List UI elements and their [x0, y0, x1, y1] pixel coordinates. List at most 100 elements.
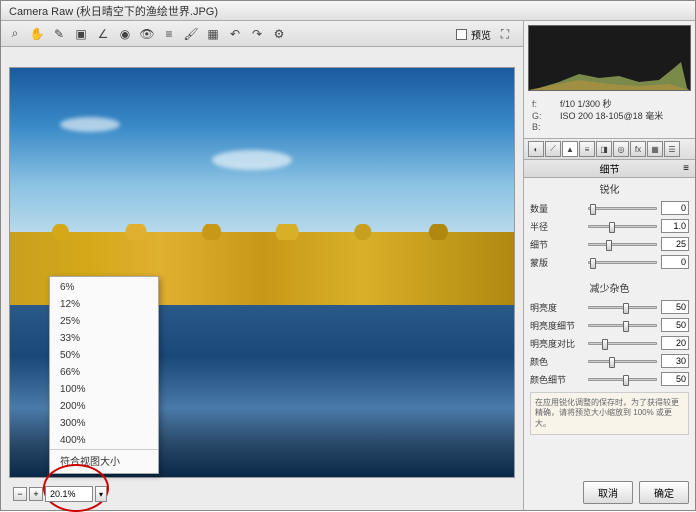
zoom-option[interactable]: 400% — [50, 432, 158, 449]
ok-button[interactable]: 确定 — [639, 481, 689, 504]
slider-track[interactable] — [588, 342, 657, 345]
exif-info: f:f/10 1/300 秒 G:ISO 200 18-105@18 毫米 B: — [524, 95, 695, 138]
left-area: ⌕ ✋ ✎ ▣ ∠ ◉ 👁 ≡ 🖌 ▦ ↶ ↷ ⚙ 预览 ⛶ — [1, 21, 523, 510]
zoom-option[interactable]: 200% — [50, 398, 158, 415]
slider-value[interactable]: 50 — [661, 318, 689, 332]
spot-icon[interactable]: ◉ — [115, 24, 135, 44]
slider-label: 数量 — [530, 202, 584, 215]
slider-label: 明亮度细节 — [530, 319, 584, 332]
main-area: ⌕ ✋ ✎ ▣ ∠ ◉ 👁 ≡ 🖌 ▦ ↶ ↷ ⚙ 预览 ⛶ — [1, 21, 695, 510]
slider-label: 明亮度对比 — [530, 337, 584, 350]
histogram[interactable] — [528, 25, 691, 91]
slider-thumb[interactable] — [609, 222, 615, 233]
slider-value[interactable]: 0 — [661, 201, 689, 215]
slider-value[interactable]: 0 — [661, 255, 689, 269]
slider-value[interactable]: 50 — [661, 372, 689, 386]
noise-slider-row: 明亮度对比 20 — [524, 334, 695, 352]
zoom-option[interactable]: 66% — [50, 364, 158, 381]
zoom-option[interactable]: 6% — [50, 279, 158, 296]
zoom-dropdown-button[interactable]: ▾ — [95, 486, 107, 502]
hand-icon[interactable]: ✋ — [27, 24, 47, 44]
toolbar: ⌕ ✋ ✎ ▣ ∠ ◉ 👁 ≡ 🖌 ▦ ↶ ↷ ⚙ 预览 ⛶ — [1, 21, 523, 47]
tab-lens-icon[interactable]: ◎ — [613, 141, 629, 157]
brush-icon[interactable]: 🖌 — [181, 24, 201, 44]
tab-presets-icon[interactable]: ☰ — [664, 141, 680, 157]
slider-thumb[interactable] — [602, 339, 608, 350]
zoom-option[interactable]: 100% — [50, 381, 158, 398]
tab-hsl-icon[interactable]: ≡ — [579, 141, 595, 157]
tab-basic-icon[interactable]: ◐ — [528, 141, 544, 157]
fullscreen-icon[interactable]: ⛶ — [495, 24, 515, 44]
redeye-icon[interactable]: 👁 — [137, 24, 157, 44]
slider-thumb[interactable] — [609, 357, 615, 368]
sharpen-section-label: 锐化 — [524, 178, 695, 199]
gradient-icon[interactable]: ▦ — [203, 24, 223, 44]
straighten-icon[interactable]: ∠ — [93, 24, 113, 44]
zoom-option[interactable]: 12% — [50, 296, 158, 313]
noise-section-label: 减少杂色 — [524, 277, 695, 298]
right-panel: f:f/10 1/300 秒 G:ISO 200 18-105@18 毫米 B:… — [523, 21, 695, 510]
exif-g-label: G: — [532, 111, 560, 123]
slider-label: 细节 — [530, 238, 584, 251]
slider-thumb[interactable] — [590, 258, 596, 269]
slider-label: 蒙版 — [530, 256, 584, 269]
zoom-in-button[interactable]: + — [29, 487, 43, 501]
sharpen-slider-row: 蒙版 0 — [524, 253, 695, 271]
slider-thumb[interactable] — [623, 321, 629, 332]
rotate-left-icon[interactable]: ↶ — [225, 24, 245, 44]
slider-thumb[interactable] — [623, 303, 629, 314]
adjust-icon[interactable]: ≡ — [159, 24, 179, 44]
slider-track[interactable] — [588, 261, 657, 264]
slider-track[interactable] — [588, 378, 657, 381]
prefs-icon[interactable]: ⚙ — [269, 24, 289, 44]
slider-thumb[interactable] — [623, 375, 629, 386]
zoom-option[interactable]: 符合视图大小 — [50, 449, 158, 471]
footer-buttons: 取消 确定 — [524, 475, 695, 510]
tab-fx-icon[interactable]: fx — [630, 141, 646, 157]
slider-track[interactable] — [588, 306, 657, 309]
zoom-option[interactable]: 300% — [50, 415, 158, 432]
exif-g-value: ISO 200 18-105@18 毫米 — [560, 111, 663, 123]
panel-tabs: ◐ ⟋ ▲ ≡ ◨ ◎ fx ▦ ☰ — [524, 138, 695, 160]
slider-track[interactable] — [588, 225, 657, 228]
panel-header[interactable]: 细节 — [524, 160, 695, 178]
slider-label: 明亮度 — [530, 301, 584, 314]
zoom-option[interactable]: 25% — [50, 313, 158, 330]
crop-icon[interactable]: ▣ — [71, 24, 91, 44]
slider-track[interactable] — [588, 324, 657, 327]
slider-label: 半径 — [530, 220, 584, 233]
rotate-right-icon[interactable]: ↷ — [247, 24, 267, 44]
zoom-display[interactable]: 20.1% — [45, 486, 93, 502]
eyedropper-icon[interactable]: ✎ — [49, 24, 69, 44]
slider-thumb[interactable] — [606, 240, 612, 251]
slider-value[interactable]: 30 — [661, 354, 689, 368]
zoom-option[interactable]: 33% — [50, 330, 158, 347]
cancel-button[interactable]: 取消 — [583, 481, 633, 504]
zoom-option[interactable]: 50% — [50, 347, 158, 364]
zoom-value: 20.1% — [50, 489, 76, 499]
slider-value[interactable]: 20 — [661, 336, 689, 350]
titlebar: Camera Raw (秋日晴空下的渔绘世界.JPG) — [1, 1, 695, 21]
preview-checkbox[interactable] — [456, 29, 467, 40]
slider-track[interactable] — [588, 360, 657, 363]
preview-label: 预览 — [471, 27, 491, 42]
noise-slider-row: 颜色 30 — [524, 352, 695, 370]
tab-curve-icon[interactable]: ⟋ — [545, 141, 561, 157]
slider-thumb[interactable] — [590, 204, 596, 215]
exif-f-label: f: — [532, 99, 560, 111]
zoom-out-button[interactable]: − — [13, 487, 27, 501]
slider-label: 颜色细节 — [530, 373, 584, 386]
slider-value[interactable]: 50 — [661, 300, 689, 314]
panel-title: 细节 — [600, 161, 620, 176]
slider-track[interactable] — [588, 243, 657, 246]
slider-value[interactable]: 1.0 — [661, 219, 689, 233]
camera-raw-window: Camera Raw (秋日晴空下的渔绘世界.JPG) ⌕ ✋ ✎ ▣ ∠ ◉ … — [0, 0, 696, 511]
hint-text: 在应用锐化调整的保存时，为了获得较更精确，请将预览大小缩放到 100% 或更大。 — [530, 392, 689, 435]
slider-value[interactable]: 25 — [661, 237, 689, 251]
tab-camera-icon[interactable]: ▦ — [647, 141, 663, 157]
tab-detail-icon[interactable]: ▲ — [562, 141, 578, 157]
tab-split-icon[interactable]: ◨ — [596, 141, 612, 157]
magnify-icon[interactable]: ⌕ — [5, 24, 25, 44]
slider-label: 颜色 — [530, 355, 584, 368]
slider-track[interactable] — [588, 207, 657, 210]
